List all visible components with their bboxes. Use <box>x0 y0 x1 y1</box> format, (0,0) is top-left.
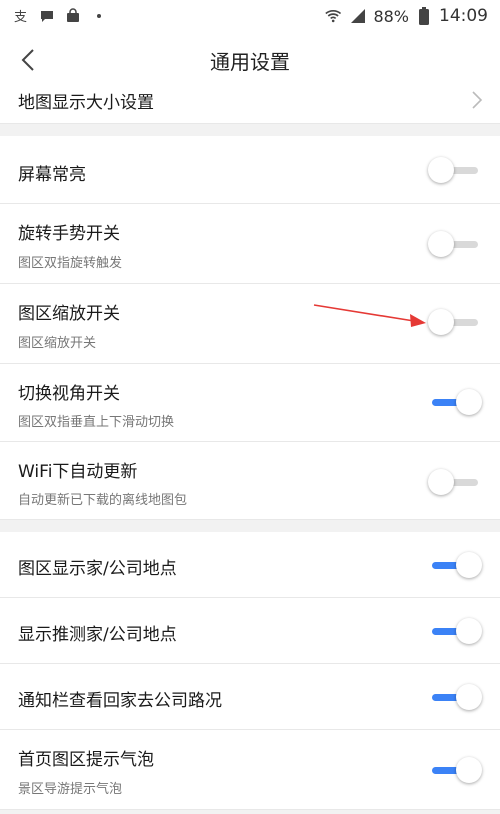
setting-subtitle: 图区双指旋转触发 <box>18 256 123 271</box>
signal-icon <box>349 7 367 25</box>
setting-row-view-angle[interactable]: 切换视角开关 图区双指垂直上下滑动切换 <box>0 364 500 442</box>
toggle-knob <box>428 309 454 335</box>
toggle-knob <box>456 618 482 644</box>
toggle-knob <box>428 469 454 495</box>
battery-percent: 88% <box>373 6 409 26</box>
setting-subtitle: 自动更新已下载的离线地图包 <box>18 493 188 508</box>
setting-title: WiFi下自动更新 <box>18 462 138 482</box>
toggle-knob <box>456 389 482 415</box>
setting-row-rotate-gesture[interactable]: 旋转手势开关 图区双指旋转触发 <box>0 204 500 284</box>
toggle-knob <box>428 157 454 183</box>
battery-icon <box>415 7 433 25</box>
chevron-right-icon <box>472 91 483 109</box>
screen-on-toggle[interactable] <box>428 155 482 185</box>
setting-title: 地图显示大小设置 <box>18 93 154 113</box>
status-bar: 支 88% 14:09 <box>0 0 500 32</box>
chevron-left-icon <box>21 49 34 71</box>
show-home-company-toggle[interactable] <box>428 550 482 580</box>
wifi-update-toggle[interactable] <box>428 467 482 497</box>
view-angle-toggle[interactable] <box>428 387 482 417</box>
setting-title: 图区显示家/公司地点 <box>18 559 177 579</box>
setting-row-screen-on[interactable]: 屏幕常亮 <box>0 136 500 204</box>
setting-title: 旋转手势开关 <box>18 224 120 244</box>
setting-row-show-home-company[interactable]: 图区显示家/公司地点 <box>0 532 500 598</box>
toggle-knob <box>428 231 454 257</box>
message-icon <box>38 7 56 25</box>
back-button[interactable] <box>10 42 46 78</box>
toggle-knob <box>456 552 482 578</box>
setting-row-home-bubble[interactable]: 首页图区提示气泡 景区导游提示气泡 <box>0 730 500 810</box>
setting-row-wifi-update[interactable]: WiFi下自动更新 自动更新已下载的离线地图包 <box>0 442 500 520</box>
toggle-knob <box>456 757 482 783</box>
rotate-gesture-toggle[interactable] <box>428 229 482 259</box>
status-right: 88% 14:09 <box>325 6 488 26</box>
page-title: 通用设置 <box>210 49 290 74</box>
setting-title: 首页图区提示气泡 <box>18 750 154 770</box>
setting-title: 显示推测家/公司地点 <box>18 625 177 645</box>
setting-title: 通知栏查看回家去公司路况 <box>18 691 222 711</box>
zoom-toggle[interactable] <box>428 307 482 337</box>
clock: 14:09 <box>439 6 488 26</box>
setting-title: 切换视角开关 <box>18 384 120 404</box>
setting-subtitle: 图区双指垂直上下滑动切换 <box>18 415 175 430</box>
setting-row-guess-home-company[interactable]: 显示推测家/公司地点 <box>0 598 500 664</box>
guess-home-company-toggle[interactable] <box>428 616 482 646</box>
wifi-4g-icon <box>325 7 343 25</box>
setting-subtitle: 景区导游提示气泡 <box>18 782 123 797</box>
status-left: 支 <box>12 7 108 25</box>
dot-icon <box>90 7 108 25</box>
home-bubble-toggle[interactable] <box>428 755 482 785</box>
shopping-bag-icon <box>64 7 82 25</box>
setting-subtitle: 图区缩放开关 <box>18 336 97 351</box>
toggle-knob <box>456 684 482 710</box>
setting-title: 图区缩放开关 <box>18 304 120 324</box>
setting-row-map-size[interactable]: 地图显示大小设置 <box>0 88 500 124</box>
setting-row-zoom[interactable]: 图区缩放开关 图区缩放开关 <box>0 284 500 364</box>
nav-bar: 通用设置 <box>0 32 500 88</box>
alipay-icon: 支 <box>12 7 30 25</box>
svg-text:支: 支 <box>14 10 27 24</box>
notification-traffic-toggle[interactable] <box>428 682 482 712</box>
setting-title: 屏幕常亮 <box>18 165 86 185</box>
setting-row-notification-traffic[interactable]: 通知栏查看回家去公司路况 <box>0 664 500 730</box>
